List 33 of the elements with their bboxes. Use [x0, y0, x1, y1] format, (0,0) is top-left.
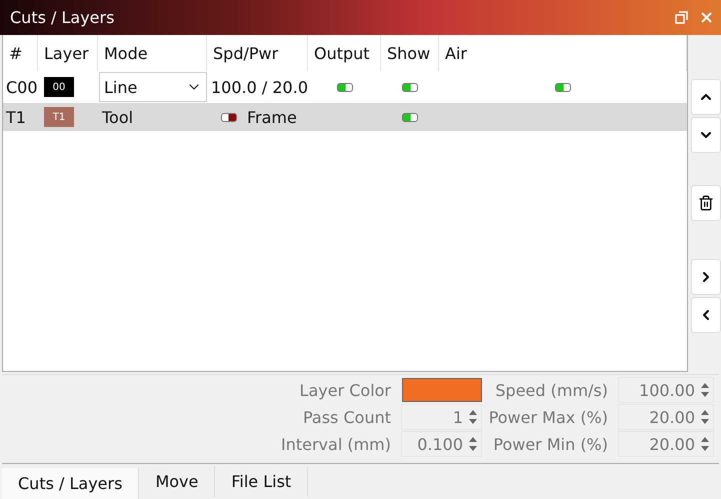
window-title: Cuts / Layers	[10, 8, 116, 28]
delete-button[interactable]	[691, 185, 721, 222]
field-label: Layer Color	[298, 380, 392, 400]
table-cell-text: C00	[5, 78, 38, 97]
restore-icon[interactable]	[675, 11, 688, 24]
field-label: Power Max (%)	[488, 408, 609, 426]
frame-toggle[interactable]	[221, 112, 237, 122]
move-down-button[interactable]	[691, 117, 721, 154]
move-up-button[interactable]	[691, 79, 721, 116]
layer-color-field[interactable]	[402, 378, 482, 402]
field-label: Pass Count	[302, 408, 392, 426]
layer-swatch: T1	[44, 107, 74, 128]
show-toggle[interactable]	[402, 82, 418, 92]
output-toggle[interactable]	[336, 82, 352, 92]
table-cell-text: T1	[5, 108, 27, 127]
layer-swatch: 00	[44, 77, 74, 98]
tab[interactable]: Cuts / Layers	[2, 468, 140, 499]
close-icon[interactable]	[700, 11, 713, 24]
mode-dropdown[interactable]: Line	[99, 72, 207, 102]
collapse-button[interactable]	[691, 297, 721, 334]
expand-button[interactable]	[691, 259, 721, 296]
field-label: Speed (mm/s)	[494, 380, 609, 400]
table-row[interactable]: T1 T1 Tool Frame	[3, 103, 687, 132]
table-cell-text: 100.0 / 20.0	[210, 78, 308, 97]
frame-label: Frame	[247, 108, 297, 127]
spin-value[interactable]: 1	[452, 408, 467, 426]
table-row[interactable]: C00 00 Line 100.0 / 20.0	[3, 71, 687, 104]
field-label: Interval (mm)	[280, 434, 392, 454]
show-toggle[interactable]	[402, 112, 418, 122]
field-label: Power Min (%)	[492, 434, 609, 454]
trash-icon	[698, 195, 714, 212]
table-cell-text: Tool	[101, 108, 134, 127]
air-toggle[interactable]	[555, 82, 571, 92]
